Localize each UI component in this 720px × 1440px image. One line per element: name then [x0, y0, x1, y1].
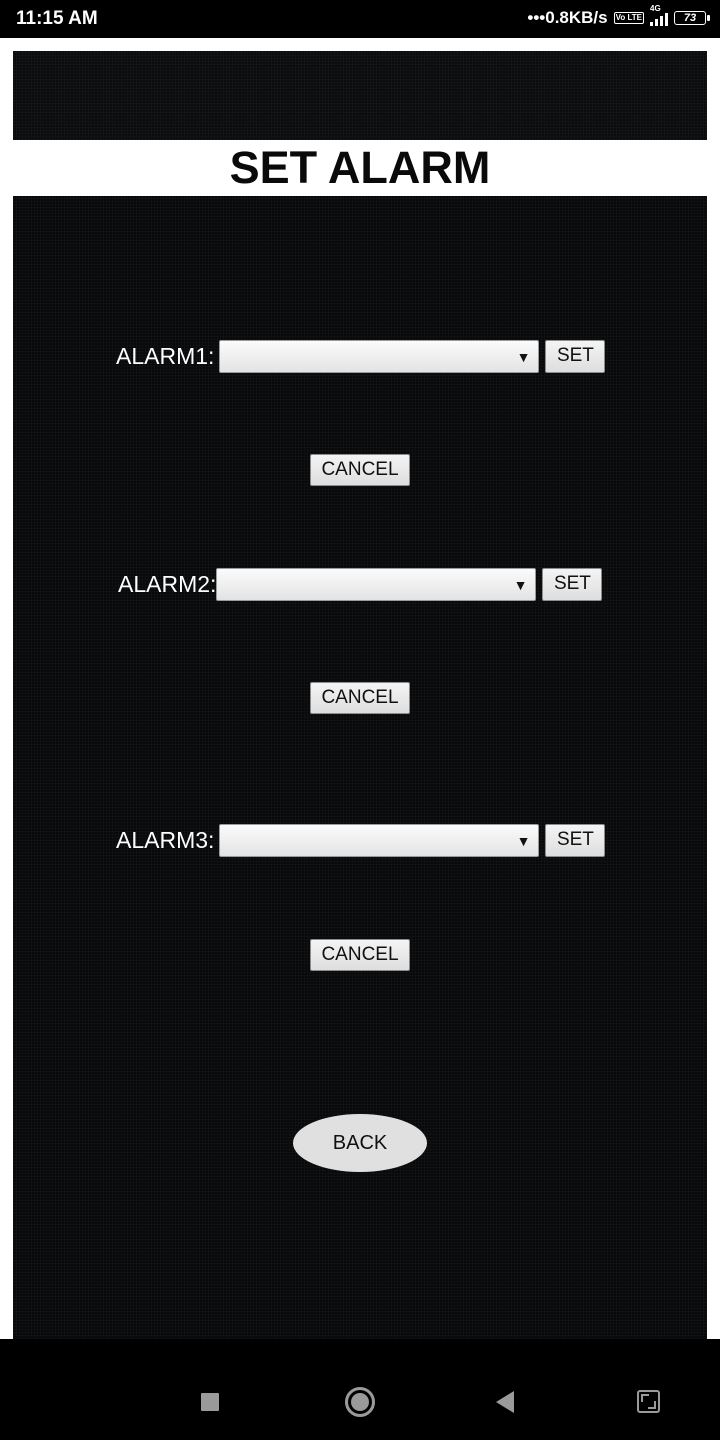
alarm1-time-select[interactable]: ▼ [219, 339, 540, 373]
battery-level: 73 [683, 12, 697, 24]
recents-square-icon[interactable] [201, 1393, 219, 1411]
alarm1-cancel-button[interactable]: CANCEL [310, 454, 410, 486]
alarm3-time-select[interactable]: ▼ [219, 823, 540, 857]
home-circle-icon[interactable] [345, 1387, 375, 1417]
alarm-label: ALARM3: [116, 826, 215, 853]
page-title: SET ALARM [229, 142, 491, 193]
alarm-label: ALARM1: [116, 342, 215, 369]
network-type: 4G [650, 4, 661, 13]
alarm-row-1: ALARM1: ▼ SET [116, 339, 606, 373]
signal-icon: 4G [650, 4, 668, 26]
alarm-label: ALARM2: [118, 570, 217, 597]
alarm-row-2: ALARM2: ▼ SET [118, 567, 603, 601]
chevron-down-icon: ▼ [516, 348, 531, 365]
alarm3-set-button[interactable]: SET [545, 823, 606, 857]
back-button[interactable]: BACK [293, 1114, 427, 1172]
alarm1-set-button[interactable]: SET [545, 339, 606, 373]
alarm2-time-select[interactable]: ▼ [216, 567, 537, 601]
volte-label: Vo LTE [615, 13, 642, 22]
volte-icon: Vo LTE [613, 12, 644, 24]
status-time: 11:15 AM [16, 8, 98, 29]
network-speed: 0.8KB/s [545, 8, 608, 27]
header-banner [13, 51, 707, 140]
alarm2-set-button[interactable]: SET [542, 567, 603, 601]
battery-icon: 73 [674, 11, 710, 25]
chevron-down-icon: ▼ [513, 576, 528, 593]
back-triangle-icon[interactable] [496, 1391, 514, 1413]
alarm3-cancel-button[interactable]: CANCEL [310, 939, 410, 971]
system-nav-bar [0, 1339, 720, 1440]
dots-icon: ••• [527, 8, 546, 27]
status-indicators: ••• 0.8KB/s Vo LTE 4G 73 [527, 4, 710, 28]
alarm-row-3: ALARM3: ▼ SET [116, 823, 606, 857]
expand-screen-icon[interactable] [637, 1390, 660, 1413]
chevron-down-icon: ▼ [516, 832, 531, 849]
status-bar: 11:15 AM ••• 0.8KB/s Vo LTE 4G 73 [0, 0, 720, 38]
alarm2-cancel-button[interactable]: CANCEL [310, 682, 410, 714]
